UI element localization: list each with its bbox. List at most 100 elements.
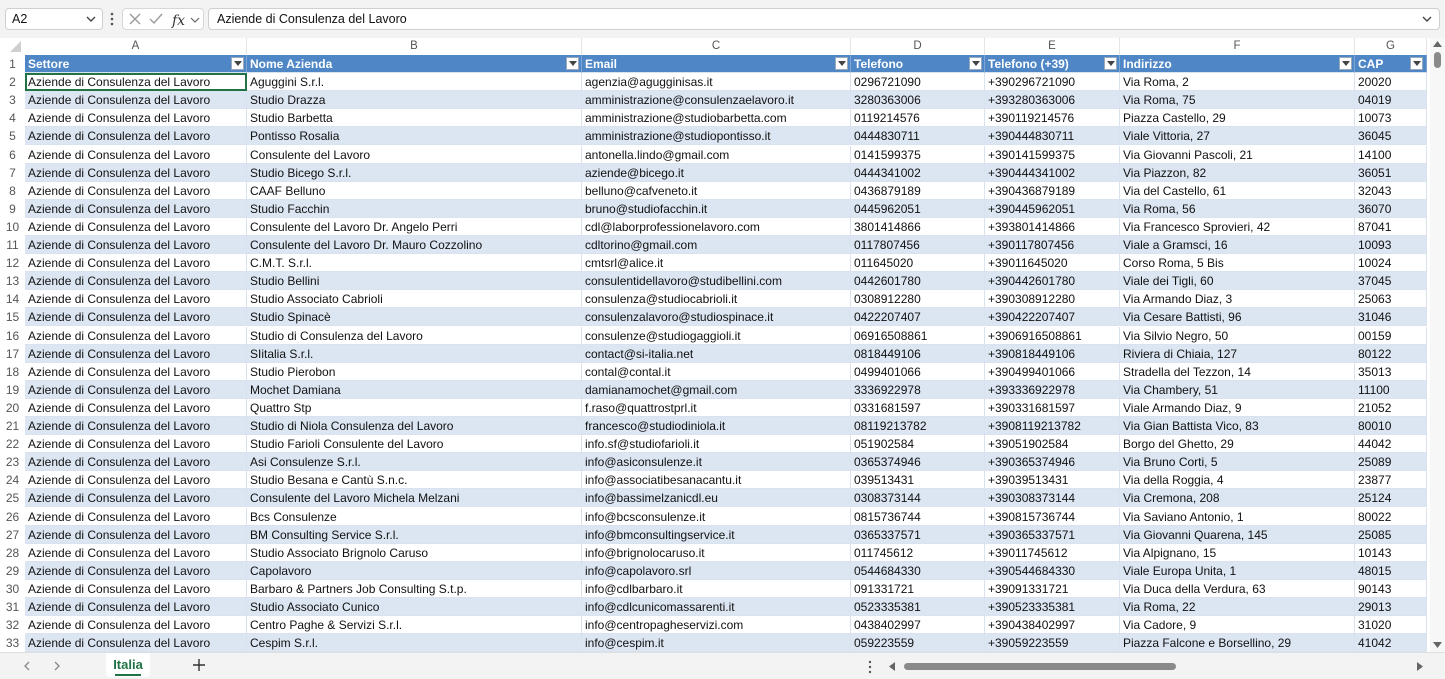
column-header-b[interactable]: B: [247, 38, 582, 55]
cell-cap[interactable]: 25063: [1355, 290, 1427, 309]
cell-settore[interactable]: Aziende di Consulenza del Lavoro: [25, 272, 247, 291]
cell-cap[interactable]: 37045: [1355, 272, 1427, 291]
cell-telefono-39[interactable]: +390365337571: [985, 525, 1120, 544]
cell-email[interactable]: info@asiconsulenze.it: [582, 453, 851, 472]
filter-dropdown-icon[interactable]: [1339, 57, 1352, 70]
cell-cap[interactable]: 80010: [1355, 417, 1427, 435]
cell-email[interactable]: consulenzalavoro@studiospinace.it: [582, 308, 851, 327]
cell-indirizzo[interactable]: Via Gian Battista Vico, 83: [1120, 417, 1355, 435]
cell-email[interactable]: info@brignolocaruso.it: [582, 543, 851, 562]
cell-nome-azienda[interactable]: Quattro Stp: [247, 398, 582, 417]
cell-settore[interactable]: Aziende di Consulenza del Lavoro: [25, 326, 247, 345]
cell-cap[interactable]: 31046: [1355, 308, 1427, 327]
row-number[interactable]: 3: [0, 91, 25, 110]
row-number[interactable]: 16: [0, 326, 25, 345]
cell-telefono[interactable]: 011645020: [851, 254, 985, 273]
cell-settore[interactable]: Aziende di Consulenza del Lavoro: [25, 398, 247, 417]
cell-telefono-39[interactable]: +390141599375: [985, 145, 1120, 164]
cell-telefono[interactable]: 0818449106: [851, 344, 985, 363]
row-number[interactable]: 25: [0, 489, 25, 508]
filter-dropdown-icon[interactable]: [1410, 57, 1423, 70]
cell-telefono-39[interactable]: +390422207407: [985, 308, 1120, 327]
cell-email[interactable]: info@cdlbarbaro.it: [582, 579, 851, 598]
cell-nome-azienda[interactable]: Studio Bicego S.r.l.: [247, 163, 582, 182]
cell-indirizzo[interactable]: Borgo del Ghetto, 29: [1120, 435, 1355, 454]
scroll-right-icon[interactable]: [1416, 662, 1424, 671]
cell-settore[interactable]: Aziende di Consulenza del Lavoro: [25, 362, 247, 381]
cell-email[interactable]: info@centropagheservizi.com: [582, 616, 851, 635]
cell-telefono-39[interactable]: +390499401066: [985, 362, 1120, 381]
cell-cap[interactable]: 10024: [1355, 254, 1427, 273]
row-number[interactable]: 4: [0, 109, 25, 128]
row-number[interactable]: 15: [0, 308, 25, 327]
cell-telefono-39[interactable]: +39091331721: [985, 579, 1120, 598]
cell-settore[interactable]: Aziende di Consulenza del Lavoro: [25, 507, 247, 526]
row-number[interactable]: 23: [0, 453, 25, 472]
row-number[interactable]: 10: [0, 217, 25, 236]
cell-cap[interactable]: 20020: [1355, 73, 1427, 92]
cell-nome-azienda[interactable]: SIitalia S.r.l.: [247, 344, 582, 363]
cell-email[interactable]: consulenze@studiogaggioli.it: [582, 326, 851, 345]
chevron-right-icon[interactable]: [52, 661, 62, 671]
cell-telefono-39[interactable]: +390444830711: [985, 127, 1120, 146]
column-header-c[interactable]: C: [582, 38, 851, 55]
cell-settore[interactable]: Aziende di Consulenza del Lavoro: [25, 489, 247, 508]
cell-settore[interactable]: Aziende di Consulenza del Lavoro: [25, 417, 247, 435]
cell-cap[interactable]: 48015: [1355, 561, 1427, 580]
formula-input[interactable]: Aziende di Consulenza del Lavoro: [208, 8, 1440, 30]
cell-settore[interactable]: Aziende di Consulenza del Lavoro: [25, 290, 247, 309]
cell-indirizzo[interactable]: Via del Castello, 61: [1120, 181, 1355, 200]
filter-dropdown-icon[interactable]: [566, 57, 579, 70]
cell-cap[interactable]: 10093: [1355, 236, 1427, 254]
cell-nome-azienda[interactable]: Mochet Damiana: [247, 380, 582, 399]
row-number[interactable]: 8: [0, 181, 25, 200]
cell-indirizzo[interactable]: Riviera di Chiaia, 127: [1120, 344, 1355, 363]
cell-telefono-39[interactable]: +390365374946: [985, 453, 1120, 472]
scroll-left-icon[interactable]: [888, 662, 896, 671]
row-number[interactable]: 17: [0, 344, 25, 363]
cell-email[interactable]: contact@si-italia.net: [582, 344, 851, 363]
more-options-icon[interactable]: [867, 660, 873, 674]
cell-email[interactable]: cdltorino@gmail.com: [582, 236, 851, 254]
cell-nome-azienda[interactable]: Studio Bellini: [247, 272, 582, 291]
row-number[interactable]: 30: [0, 579, 25, 598]
cell-settore[interactable]: Aziende di Consulenza del Lavoro: [25, 236, 247, 254]
cell-indirizzo[interactable]: Via Saviano Antonio, 1: [1120, 507, 1355, 526]
cell-nome-azienda[interactable]: Centro Paghe & Servizi S.r.l.: [247, 616, 582, 635]
cell-indirizzo[interactable]: Via Roma, 22: [1120, 598, 1355, 616]
cell-telefono[interactable]: 3801414866: [851, 217, 985, 236]
cell-settore[interactable]: Aziende di Consulenza del Lavoro: [25, 344, 247, 363]
cell-indirizzo[interactable]: Stradella del Tezzon, 14: [1120, 362, 1355, 381]
header-cell-indirizzo[interactable]: Indirizzo: [1120, 55, 1355, 73]
cell-email[interactable]: consulentidellavoro@studibellini.com: [582, 272, 851, 291]
cell-settore[interactable]: Aziende di Consulenza del Lavoro: [25, 598, 247, 616]
cell-indirizzo[interactable]: Via Cadore, 9: [1120, 616, 1355, 635]
cell-telefono[interactable]: 0296721090: [851, 73, 985, 92]
cell-cap[interactable]: 31020: [1355, 616, 1427, 635]
cell-telefono[interactable]: 0308373144: [851, 489, 985, 508]
cell-nome-azienda[interactable]: Consulente del Lavoro Michela Melzani: [247, 489, 582, 508]
header-cell-settore[interactable]: Settore: [25, 55, 247, 73]
cell-email[interactable]: info@bmconsultingservice.it: [582, 525, 851, 544]
cell-cap[interactable]: 36051: [1355, 163, 1427, 182]
cell-telefono[interactable]: 0815736744: [851, 507, 985, 526]
cell-email[interactable]: cdl@laborprofessionelavoro.com: [582, 217, 851, 236]
cell-cap[interactable]: 21052: [1355, 398, 1427, 417]
cell-nome-azienda[interactable]: Studio Associato Cunico: [247, 598, 582, 616]
cell-email[interactable]: amministrazione@studiobarbetta.com: [582, 109, 851, 128]
cell-nome-azienda[interactable]: C.M.T. S.r.l.: [247, 254, 582, 273]
cell-nome-azienda[interactable]: Studio Facchin: [247, 199, 582, 218]
cell-telefono-39[interactable]: +390331681597: [985, 398, 1120, 417]
vertical-scrollbar[interactable]: [1430, 38, 1445, 652]
cell-telefono-39[interactable]: +390436879189: [985, 181, 1120, 200]
cell-cap[interactable]: 23877: [1355, 471, 1427, 490]
cell-telefono[interactable]: 0141599375: [851, 145, 985, 164]
cell-cap[interactable]: 80022: [1355, 507, 1427, 526]
cell-telefono-39[interactable]: +390544684330: [985, 561, 1120, 580]
header-cell-telefono-39[interactable]: Telefono (+39): [985, 55, 1120, 73]
chevron-left-icon[interactable]: [22, 661, 32, 671]
cell-indirizzo[interactable]: Via Armando Diaz, 3: [1120, 290, 1355, 309]
row-number[interactable]: 28: [0, 543, 25, 562]
cell-settore[interactable]: Aziende di Consulenza del Lavoro: [25, 199, 247, 218]
cell-nome-azienda[interactable]: Studio Associato Brignolo Caruso: [247, 543, 582, 562]
